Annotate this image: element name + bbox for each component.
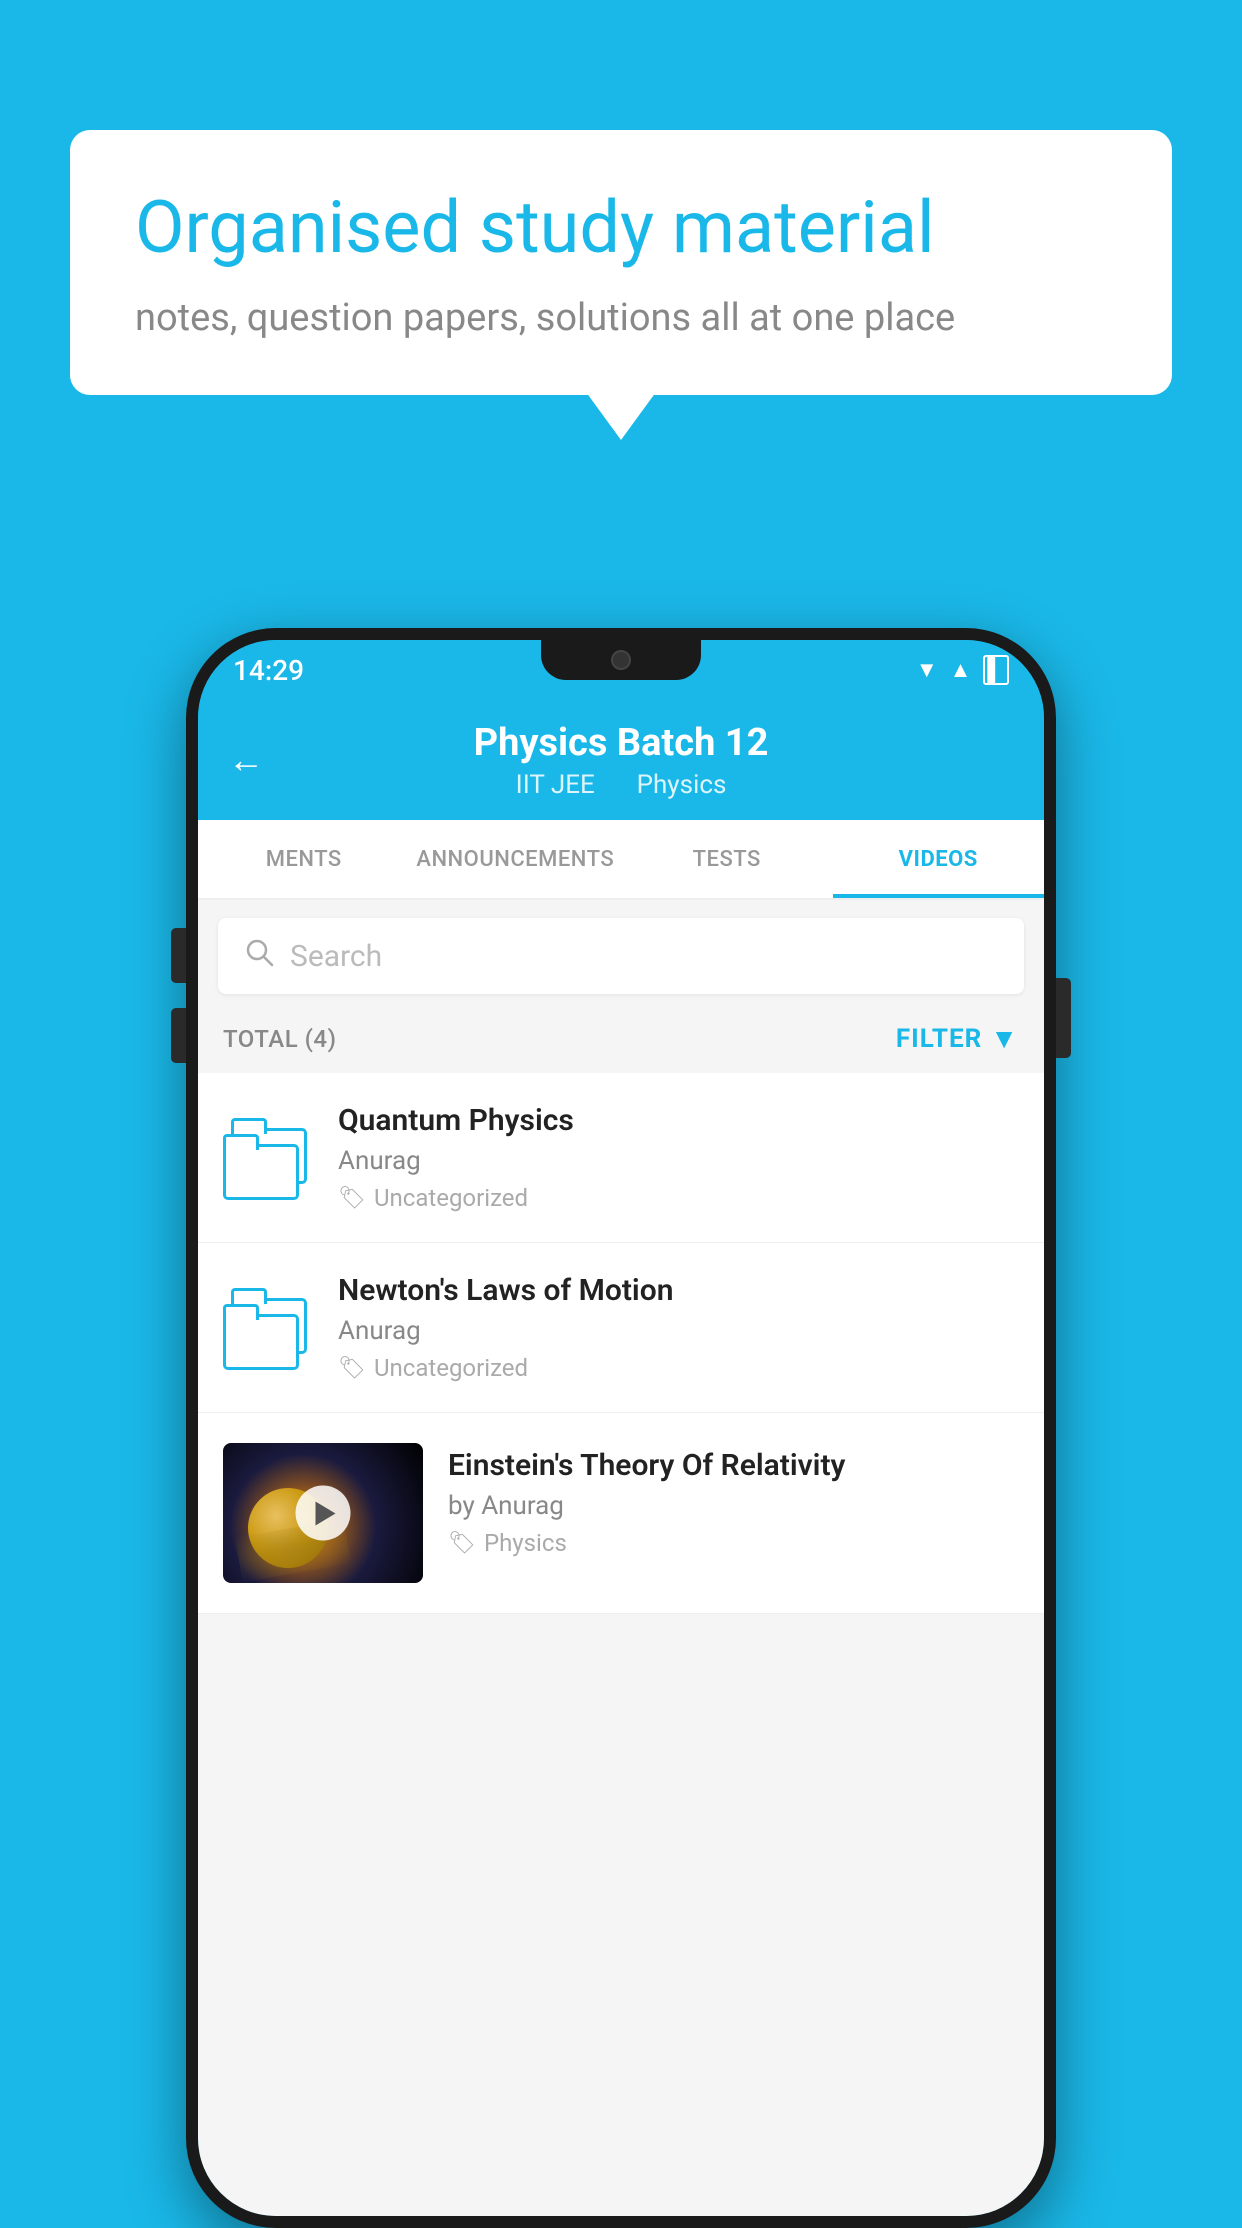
play-button[interactable] <box>296 1486 351 1541</box>
speech-bubble: Organised study material notes, question… <box>70 130 1172 395</box>
list-item-thumb[interactable]: Einstein's Theory Of Relativity by Anura… <box>198 1413 1044 1614</box>
item-title: Einstein's Theory Of Relativity <box>448 1448 1019 1483</box>
total-count: TOTAL (4) <box>223 1025 336 1053</box>
item-info: Quantum Physics Anurag 🏷 Uncategorized <box>338 1103 1019 1212</box>
tag-icon: 🏷 <box>338 1356 366 1381</box>
back-button[interactable]: ← <box>228 739 264 781</box>
bubble-subtitle: notes, question papers, solutions all at… <box>135 296 1107 340</box>
tag-icon: 🏷 <box>448 1531 476 1556</box>
item-tag: 🏷 Physics <box>448 1529 1019 1557</box>
tabs-bar: MENTS ANNOUNCEMENTS TESTS VIDEOS <box>198 820 1044 900</box>
header-subtitle: IIT JEE Physics <box>508 770 735 800</box>
search-bar[interactable]: Search <box>218 918 1024 994</box>
filter-icon: ▼ <box>990 1022 1019 1055</box>
item-author: Anurag <box>338 1316 1019 1346</box>
item-tag: 🏷 Uncategorized <box>338 1184 1019 1212</box>
status-icons: ▼ ▲ ▌ <box>916 655 1009 685</box>
header-subtitle-part1: IIT JEE <box>516 770 595 800</box>
speech-bubble-container: Organised study material notes, question… <box>70 130 1172 395</box>
bubble-title: Organised study material <box>135 185 1107 271</box>
tab-ments[interactable]: MENTS <box>198 820 410 898</box>
status-time: 14:29 <box>233 654 304 687</box>
video-list: Quantum Physics Anurag 🏷 Uncategorized <box>198 1073 1044 1614</box>
phone-notch <box>541 640 701 680</box>
phone-frame: 14:29 ▼ ▲ ▌ ← Physics Batch 12 IIT JEE P… <box>186 628 1056 2228</box>
tab-announcements[interactable]: ANNOUNCEMENTS <box>410 820 622 898</box>
item-icon-wrap <box>223 1113 313 1203</box>
header-subtitle-part2: Physics <box>637 770 727 800</box>
wifi-icon: ▼ <box>916 657 938 683</box>
power-button <box>1056 978 1071 1058</box>
filter-bar: TOTAL (4) FILTER ▼ <box>198 1012 1044 1073</box>
play-icon <box>315 1501 335 1525</box>
item-title: Newton's Laws of Motion <box>338 1273 1019 1308</box>
app-header: ← Physics Batch 12 IIT JEE Physics <box>198 700 1044 820</box>
volume-up-button <box>171 928 186 983</box>
video-thumbnail <box>223 1443 423 1583</box>
item-info: Newton's Laws of Motion Anurag 🏷 Uncateg… <box>338 1273 1019 1382</box>
item-title: Quantum Physics <box>338 1103 1019 1138</box>
list-item[interactable]: Quantum Physics Anurag 🏷 Uncategorized <box>198 1073 1044 1243</box>
item-tag: 🏷 Uncategorized <box>338 1354 1019 1382</box>
item-info: Einstein's Theory Of Relativity by Anura… <box>448 1443 1019 1557</box>
tag-icon: 🏷 <box>338 1186 366 1211</box>
phone-screen: 14:29 ▼ ▲ ▌ ← Physics Batch 12 IIT JEE P… <box>198 640 1044 2216</box>
tab-videos[interactable]: VIDEOS <box>833 820 1045 898</box>
signal-icon: ▲ <box>950 657 972 683</box>
header-title: Physics Batch 12 <box>474 721 769 765</box>
folder-icon <box>223 1288 313 1368</box>
item-author: Anurag <box>338 1146 1019 1176</box>
search-placeholder: Search <box>290 939 382 974</box>
search-icon <box>243 936 275 976</box>
battery-icon: ▌ <box>983 655 1009 685</box>
item-icon-wrap <box>223 1283 313 1373</box>
folder-icon <box>223 1118 313 1198</box>
front-camera <box>611 650 631 670</box>
filter-button[interactable]: FILTER ▼ <box>896 1022 1019 1055</box>
tab-tests[interactable]: TESTS <box>621 820 833 898</box>
content-area: Search TOTAL (4) FILTER ▼ <box>198 900 1044 2216</box>
list-item[interactable]: Newton's Laws of Motion Anurag 🏷 Uncateg… <box>198 1243 1044 1413</box>
item-author: by Anurag <box>448 1491 1019 1521</box>
volume-down-button <box>171 1008 186 1063</box>
